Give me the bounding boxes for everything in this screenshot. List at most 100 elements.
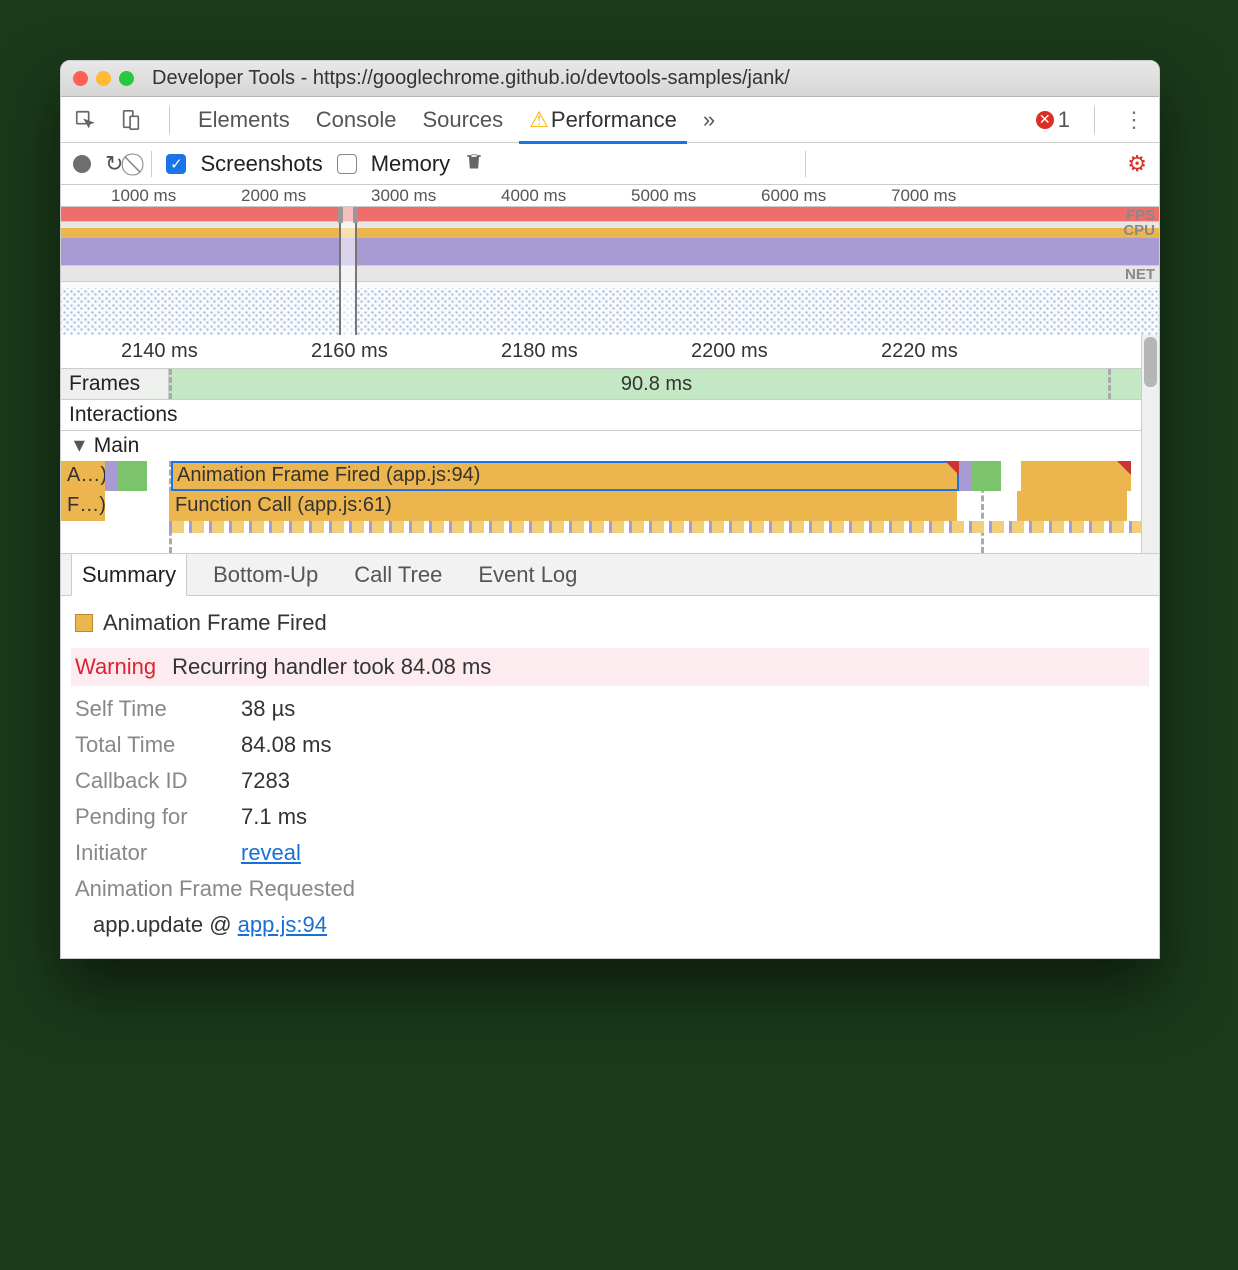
summary-warning-row: Warning Recurring handler took 84.08 ms bbox=[71, 648, 1149, 686]
ruler-tick: 2140 ms bbox=[121, 340, 198, 363]
tab-console[interactable]: Console bbox=[312, 99, 401, 141]
cpu-label: CPU bbox=[1123, 222, 1155, 239]
error-icon[interactable]: ✕ bbox=[1036, 111, 1054, 129]
main-track-label: ▼Main bbox=[61, 431, 147, 461]
tab-elements[interactable]: Elements bbox=[194, 99, 294, 141]
flame-event-animation-frame-fired[interactable]: Animation Frame Fired (app.js:94) bbox=[171, 461, 959, 491]
divider bbox=[151, 151, 152, 177]
overview-screenshots-lane bbox=[61, 281, 1159, 335]
tabs-overflow[interactable]: » bbox=[699, 99, 719, 141]
tab-summary[interactable]: Summary bbox=[71, 553, 187, 596]
gear-icon[interactable]: ⚙ bbox=[1127, 151, 1147, 177]
total-time-value: 84.08 ms bbox=[241, 732, 1145, 758]
main-track-header[interactable]: ▼Main bbox=[61, 431, 1141, 461]
screenshots-label: Screenshots bbox=[200, 151, 322, 177]
ruler-tick: 7000 ms bbox=[891, 186, 956, 206]
memory-label: Memory bbox=[371, 151, 450, 177]
long-task-warning-icon bbox=[945, 461, 959, 475]
flame-event[interactable] bbox=[105, 461, 117, 491]
pending-label: Pending for bbox=[75, 804, 225, 830]
tab-bottom-up[interactable]: Bottom-Up bbox=[203, 554, 328, 595]
flame-event-label: Animation Frame Fired (app.js:94) bbox=[177, 464, 480, 486]
chevron-down-icon[interactable]: ▼ bbox=[70, 435, 89, 457]
flame-chart[interactable]: A…) Animation Frame Fired (app.js:94) bbox=[61, 461, 1141, 553]
interactions-track[interactable]: Interactions bbox=[61, 400, 1141, 431]
tab-performance-label: Performance bbox=[551, 107, 677, 132]
flame-event-function-call[interactable]: Function Call (app.js:61) bbox=[169, 491, 957, 521]
titlebar: Developer Tools - https://googlechrome.g… bbox=[61, 61, 1159, 97]
ruler-tick: 2180 ms bbox=[501, 340, 578, 363]
flame-event[interactable] bbox=[117, 461, 147, 491]
window-title: Developer Tools - https://googlechrome.g… bbox=[152, 67, 790, 90]
ruler-tick: 5000 ms bbox=[631, 186, 696, 206]
ruler-tick: 4000 ms bbox=[501, 186, 566, 206]
divider bbox=[1094, 106, 1095, 134]
stack-trace-row: app.update @ app.js:94 bbox=[93, 912, 1145, 938]
inspect-icon[interactable] bbox=[71, 109, 99, 131]
memory-checkbox[interactable] bbox=[337, 154, 357, 174]
tab-call-tree[interactable]: Call Tree bbox=[344, 554, 452, 595]
record-button[interactable] bbox=[73, 155, 91, 173]
ruler-tick: 6000 ms bbox=[761, 186, 826, 206]
stack-source-link[interactable]: app.js:94 bbox=[238, 912, 327, 937]
warning-text: Recurring handler took 84.08 ms bbox=[172, 654, 491, 680]
close-icon[interactable] bbox=[73, 71, 88, 86]
frames-track[interactable]: Frames 90.8 ms bbox=[61, 369, 1141, 400]
tab-performance[interactable]: ⚠Performance bbox=[525, 99, 681, 141]
devtools-window: Developer Tools - https://googlechrome.g… bbox=[60, 60, 1160, 959]
summary-title: Animation Frame Fired bbox=[103, 610, 327, 636]
error-count[interactable]: 1 bbox=[1058, 107, 1070, 133]
ruler-tick: 1000 ms bbox=[111, 186, 176, 206]
ruler-tick: 2200 ms bbox=[691, 340, 768, 363]
vertical-scrollbar[interactable] bbox=[1141, 335, 1159, 553]
divider bbox=[805, 151, 806, 177]
ruler-tick: 2000 ms bbox=[241, 186, 306, 206]
flame-event[interactable] bbox=[971, 461, 1001, 491]
ruler-tick: 2160 ms bbox=[311, 340, 388, 363]
overview-viewport-handle[interactable] bbox=[339, 207, 357, 335]
details-tabs: Summary Bottom-Up Call Tree Event Log bbox=[61, 553, 1159, 595]
flame-sub-events[interactable] bbox=[169, 521, 1141, 533]
zoom-ruler[interactable]: 2140 ms 2160 ms 2180 ms 2200 ms 2220 ms bbox=[61, 335, 1141, 369]
initiator-reveal-link[interactable]: reveal bbox=[241, 840, 301, 865]
kebab-menu-icon[interactable]: ⋮ bbox=[1119, 107, 1149, 133]
ruler-tick: 3000 ms bbox=[371, 186, 436, 206]
ruler-tick: 2220 ms bbox=[881, 340, 958, 363]
event-color-swatch bbox=[75, 614, 93, 632]
stack-function: app.update @ bbox=[93, 912, 238, 937]
main-label-text: Main bbox=[94, 434, 140, 457]
overview-fps-lane: FPS bbox=[61, 207, 1159, 221]
callback-id-value: 7283 bbox=[241, 768, 1145, 794]
tab-sources[interactable]: Sources bbox=[418, 99, 507, 141]
overview-cpu-lane: CPU bbox=[61, 221, 1159, 265]
summary-panel: Animation Frame Fired Warning Recurring … bbox=[61, 595, 1159, 958]
tab-event-log[interactable]: Event Log bbox=[468, 554, 587, 595]
warning-label: Warning bbox=[75, 654, 156, 680]
total-time-label: Total Time bbox=[75, 732, 225, 758]
self-time-label: Self Time bbox=[75, 696, 225, 722]
flame-event[interactable]: F…) bbox=[61, 491, 105, 521]
minimize-icon[interactable] bbox=[96, 71, 111, 86]
interactions-track-label: Interactions bbox=[61, 400, 186, 430]
scrollbar-thumb[interactable] bbox=[1144, 337, 1157, 387]
callback-id-label: Callback ID bbox=[75, 768, 225, 794]
maximize-icon[interactable] bbox=[119, 71, 134, 86]
frames-lane[interactable]: 90.8 ms bbox=[169, 369, 1141, 399]
divider bbox=[169, 106, 170, 134]
initiator-label: Initiator bbox=[75, 840, 225, 866]
frame-duration: 90.8 ms bbox=[621, 373, 692, 396]
initiator-heading: Animation Frame Requested bbox=[75, 876, 1145, 902]
panel-tabs: Elements Console Sources ⚠Performance » … bbox=[61, 97, 1159, 143]
frames-track-label: Frames bbox=[61, 369, 169, 399]
flame-event[interactable] bbox=[959, 461, 971, 491]
reload-button[interactable]: ↻ bbox=[105, 151, 123, 177]
warning-icon: ⚠ bbox=[529, 107, 549, 132]
overview-timeline[interactable]: 1000 ms 2000 ms 3000 ms 4000 ms 5000 ms … bbox=[61, 185, 1159, 335]
self-time-value: 38 µs bbox=[241, 696, 1145, 722]
device-mode-icon[interactable] bbox=[117, 109, 145, 131]
flame-event[interactable]: A…) bbox=[61, 461, 105, 491]
trash-button[interactable] bbox=[464, 151, 484, 177]
screenshots-checkbox[interactable]: ✓ bbox=[166, 154, 186, 174]
flame-event[interactable] bbox=[1021, 461, 1131, 491]
flame-event[interactable] bbox=[1017, 491, 1127, 521]
